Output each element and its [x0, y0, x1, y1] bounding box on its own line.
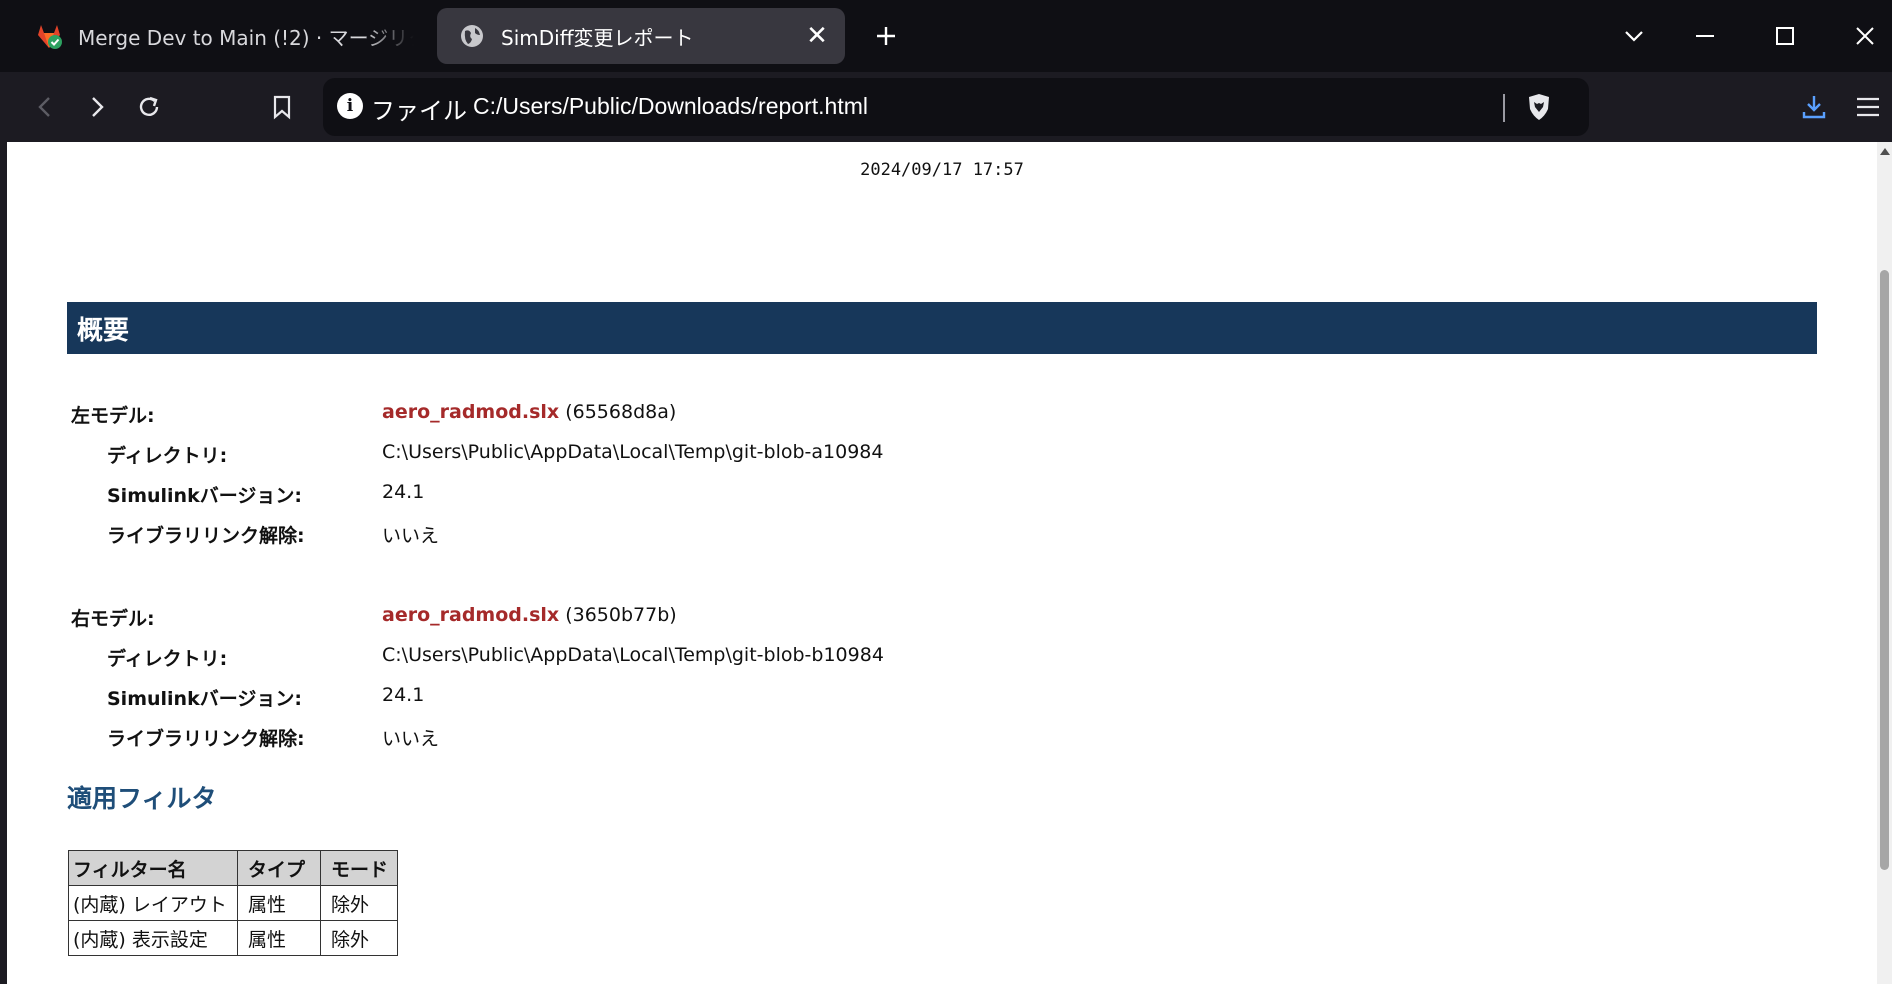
table-row: (内蔵) レイアウト 属性 除外: [68, 885, 398, 921]
left-model-label: 左モデル:: [71, 405, 155, 427]
right-version-value: 24.1: [382, 684, 425, 706]
right-version-label: Simulinkバージョン:: [107, 688, 302, 710]
close-icon: [1856, 27, 1874, 45]
table-cell: 属性: [237, 920, 321, 956]
left-libunlink-value: いいえ: [382, 525, 440, 547]
gitlab-icon: [34, 21, 64, 51]
url-scheme-label: ファイル: [371, 97, 467, 125]
forward-arrow-icon: [92, 97, 104, 117]
url-text[interactable]: C:/Users/Public/Downloads/report.html: [473, 93, 868, 120]
plus-icon: [877, 27, 895, 45]
column-header: モード: [320, 850, 398, 886]
brave-shield-icon[interactable]: [1523, 91, 1555, 123]
globe-icon: [457, 21, 487, 51]
forward-button[interactable]: [74, 85, 118, 129]
table-cell: (内蔵) 表示設定: [68, 920, 238, 956]
bookmark-icon: [273, 95, 291, 120]
tab-merge-request[interactable]: Merge Dev to Main (!2) · マージリクエスト: [12, 8, 432, 64]
maximize-icon: [1776, 27, 1794, 45]
table-cell: (内蔵) レイアウト: [68, 885, 238, 921]
right-dir-label: ディレクトリ:: [107, 648, 228, 670]
section-header-overview: 概要: [67, 302, 1817, 354]
minimize-icon: [1696, 35, 1714, 37]
back-arrow-icon: [38, 97, 50, 117]
back-button[interactable]: [24, 85, 68, 129]
scroll-up-arrow-icon[interactable]: [1880, 148, 1890, 155]
hamburger-menu-icon: [1857, 97, 1879, 117]
page-scrollbar[interactable]: [1877, 142, 1892, 984]
left-version-value: 24.1: [382, 481, 425, 503]
right-model-value: aero_radmod.slx (3650b77b): [382, 604, 677, 626]
report-page: 2024/09/17 17:57 概要 左モデル: aero_radmod.sl…: [7, 142, 1877, 984]
right-model-label: 右モデル:: [71, 608, 155, 630]
section-title: 概要: [77, 315, 130, 346]
bookmark-button[interactable]: [260, 85, 304, 129]
close-window-button[interactable]: [1843, 14, 1887, 58]
table-cell: 除外: [320, 920, 398, 956]
maximize-button[interactable]: [1763, 14, 1807, 58]
menu-button[interactable]: [1846, 85, 1890, 129]
tab-list-dropdown-button[interactable]: [1612, 14, 1656, 58]
table-row: (内蔵) 表示設定 属性 除外: [68, 920, 398, 956]
tab-strip: Merge Dev to Main (!2) · マージリクエスト SimDif…: [0, 0, 1892, 72]
chevron-down-icon: [1625, 31, 1643, 42]
tab-simdiff-report[interactable]: SimDiff変更レポート ✕: [437, 8, 845, 64]
column-header: タイプ: [237, 850, 321, 886]
tab-title: Merge Dev to Main (!2) · マージリクエスト: [78, 25, 414, 50]
address-bar-divider: [1503, 94, 1505, 122]
download-icon: [1802, 96, 1826, 119]
left-libunlink-label: ライブラリリンク解除:: [107, 525, 305, 547]
close-tab-icon[interactable]: ✕: [801, 20, 833, 52]
applied-filters-heading: 適用フィルタ: [67, 784, 217, 813]
right-model-hash: (3650b77b): [565, 604, 677, 626]
right-model-link[interactable]: aero_radmod.slx: [382, 604, 559, 626]
right-dir-value: C:\Users\Public\AppData\Local\Temp\git-b…: [382, 644, 884, 666]
column-header: フィルター名: [68, 850, 238, 886]
left-model-value: aero_radmod.slx (65568d8a): [382, 401, 676, 423]
new-tab-button[interactable]: [866, 16, 906, 56]
minimize-button[interactable]: [1683, 14, 1727, 58]
table-cell: 除外: [320, 885, 398, 921]
navigation-toolbar: i ファイル C:/Users/Public/Downloads/report.…: [0, 72, 1892, 142]
tab-title: SimDiff変更レポート: [501, 25, 694, 50]
left-dir-label: ディレクトリ:: [107, 445, 228, 467]
address-bar[interactable]: i ファイル C:/Users/Public/Downloads/report.…: [323, 78, 1589, 136]
filters-table: フィルター名 タイプ モード (内蔵) レイアウト 属性 除外 (内蔵) 表示設…: [68, 850, 398, 956]
left-version-label: Simulinkバージョン:: [107, 485, 302, 507]
left-model-link[interactable]: aero_radmod.slx: [382, 401, 559, 423]
report-date: 2024/09/17 17:57: [860, 160, 1024, 180]
right-libunlink-value: いいえ: [382, 728, 440, 750]
left-model-hash: (65568d8a): [565, 401, 677, 423]
right-libunlink-label: ライブラリリンク解除:: [107, 728, 305, 750]
reload-icon: [139, 96, 159, 116]
table-cell: 属性: [237, 885, 321, 921]
downloads-button[interactable]: [1792, 85, 1836, 129]
info-icon[interactable]: i: [337, 93, 363, 119]
reload-button[interactable]: [127, 85, 171, 129]
table-header-row: フィルター名 タイプ モード: [68, 850, 398, 886]
scrollbar-thumb[interactable]: [1880, 270, 1889, 870]
left-dir-value: C:\Users\Public\AppData\Local\Temp\git-b…: [382, 441, 884, 463]
